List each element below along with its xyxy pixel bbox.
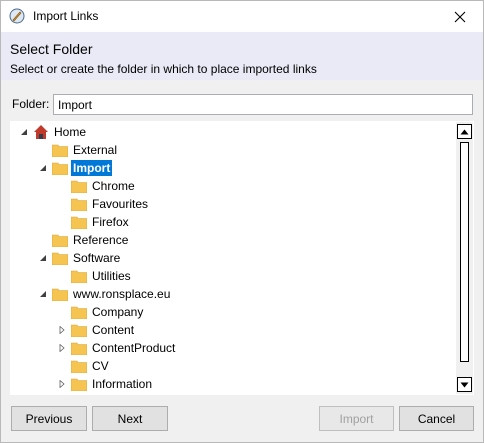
cancel-button[interactable]: Cancel xyxy=(399,406,474,431)
tree-node-import[interactable]: Import xyxy=(38,159,113,177)
folder-tree[interactable]: Home External Import Chrome Favourites F… xyxy=(10,121,474,395)
tree-node-label: Company xyxy=(92,305,144,319)
folder-open-icon xyxy=(52,160,68,176)
folder-icon xyxy=(71,322,87,338)
tree-node-label: Information xyxy=(92,377,153,391)
folder-label: Folder: xyxy=(12,97,50,111)
tree-node-label: Utilities xyxy=(92,269,131,283)
tree-node-content[interactable]: Content xyxy=(57,321,136,339)
collapsed-arrow-icon[interactable] xyxy=(57,321,67,339)
tree-node-information[interactable]: Information xyxy=(57,375,154,393)
tree-node-label: Firefox xyxy=(92,215,129,229)
folder-input[interactable] xyxy=(53,94,473,115)
tree-node-label-selected: Import xyxy=(71,160,113,176)
tree-node-label: Reference xyxy=(73,233,129,247)
tree-node-label: www.ronsplace.eu xyxy=(73,287,171,301)
tree-node-utilities[interactable]: Utilities xyxy=(57,267,133,285)
folder-icon xyxy=(52,250,68,266)
collapsed-arrow-icon[interactable] xyxy=(57,339,67,357)
tree-node-label: External xyxy=(73,143,118,157)
tree-node-label: CV xyxy=(92,359,109,373)
tree-node-software[interactable]: Software xyxy=(38,249,122,267)
import-links-dialog: Import Links Select Folder Select or cre… xyxy=(0,0,484,443)
folder-icon xyxy=(71,178,87,194)
tree-node-label: Content xyxy=(92,323,135,337)
collapsed-arrow-icon[interactable] xyxy=(57,375,67,393)
vertical-scrollbar[interactable] xyxy=(456,122,473,394)
tree-node-label: ContentProduct xyxy=(92,341,176,355)
next-button[interactable]: Next xyxy=(92,406,168,431)
previous-button[interactable]: Previous xyxy=(11,406,87,431)
expanded-arrow-icon[interactable] xyxy=(38,159,48,177)
import-button[interactable]: Import xyxy=(319,406,394,431)
folder-icon xyxy=(71,268,87,284)
scroll-up-icon[interactable] xyxy=(457,124,472,139)
app-icon xyxy=(9,8,25,24)
folder-icon xyxy=(71,340,87,356)
expanded-arrow-icon[interactable] xyxy=(19,123,29,141)
folder-icon xyxy=(71,358,87,374)
tree-node-reference[interactable]: Reference xyxy=(38,231,130,249)
tree-node-company[interactable]: Company xyxy=(57,303,145,321)
page-title: Select Folder xyxy=(10,41,93,57)
window-title: Import Links xyxy=(33,9,99,23)
tree-node-home[interactable]: Home xyxy=(19,123,88,141)
folder-row: Folder: xyxy=(1,93,483,115)
folder-icon xyxy=(52,142,68,158)
folder-icon xyxy=(71,376,87,392)
scroll-thumb[interactable] xyxy=(460,142,469,362)
folder-icon xyxy=(71,214,87,230)
folder-icon xyxy=(71,196,87,212)
expanded-arrow-icon[interactable] xyxy=(38,285,48,303)
wizard-header: Select Folder Select or create the folde… xyxy=(1,32,483,80)
title-bar: Import Links xyxy=(1,1,483,32)
close-icon[interactable] xyxy=(437,1,483,32)
scroll-down-icon[interactable] xyxy=(457,377,472,392)
tree-node-contentproduct[interactable]: ContentProduct xyxy=(57,339,177,357)
folder-icon xyxy=(52,286,68,302)
folder-icon xyxy=(71,304,87,320)
home-icon xyxy=(33,124,49,140)
tree-node-ronsplace[interactable]: www.ronsplace.eu xyxy=(38,285,172,303)
tree-node-cv[interactable]: CV xyxy=(57,357,111,375)
tree-node-chrome[interactable]: Chrome xyxy=(57,177,137,195)
tree-node-label: Home xyxy=(54,125,87,139)
expanded-arrow-icon[interactable] xyxy=(38,249,48,267)
tree-viewport: Home External Import Chrome Favourites F… xyxy=(11,122,455,394)
tree-node-external[interactable]: External xyxy=(38,141,119,159)
tree-node-favourites[interactable]: Favourites xyxy=(57,195,150,213)
tree-node-label: Software xyxy=(73,251,121,265)
tree-node-label: Favourites xyxy=(92,197,149,211)
page-subtitle: Select or create the folder in which to … xyxy=(10,62,317,76)
tree-node-firefox[interactable]: Firefox xyxy=(57,213,131,231)
tree-node-label: Chrome xyxy=(92,179,135,193)
folder-icon xyxy=(52,232,68,248)
